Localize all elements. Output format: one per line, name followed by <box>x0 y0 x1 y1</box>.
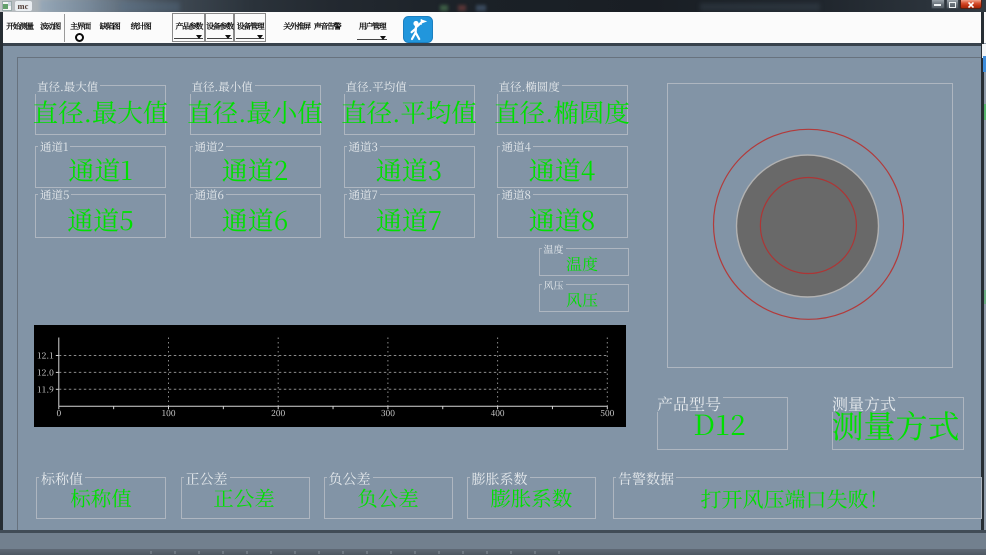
svg-text:12.1: 12.1 <box>37 350 54 362</box>
svg-text:200: 200 <box>271 407 285 419</box>
svg-text:11.9: 11.9 <box>37 383 54 395</box>
svg-text:300: 300 <box>381 407 395 419</box>
svg-text:400: 400 <box>491 407 505 419</box>
svg-text:500: 500 <box>600 407 614 419</box>
svg-text:100: 100 <box>161 407 175 419</box>
svg-text:0: 0 <box>56 407 61 419</box>
svg-text:12.0: 12.0 <box>37 366 54 378</box>
